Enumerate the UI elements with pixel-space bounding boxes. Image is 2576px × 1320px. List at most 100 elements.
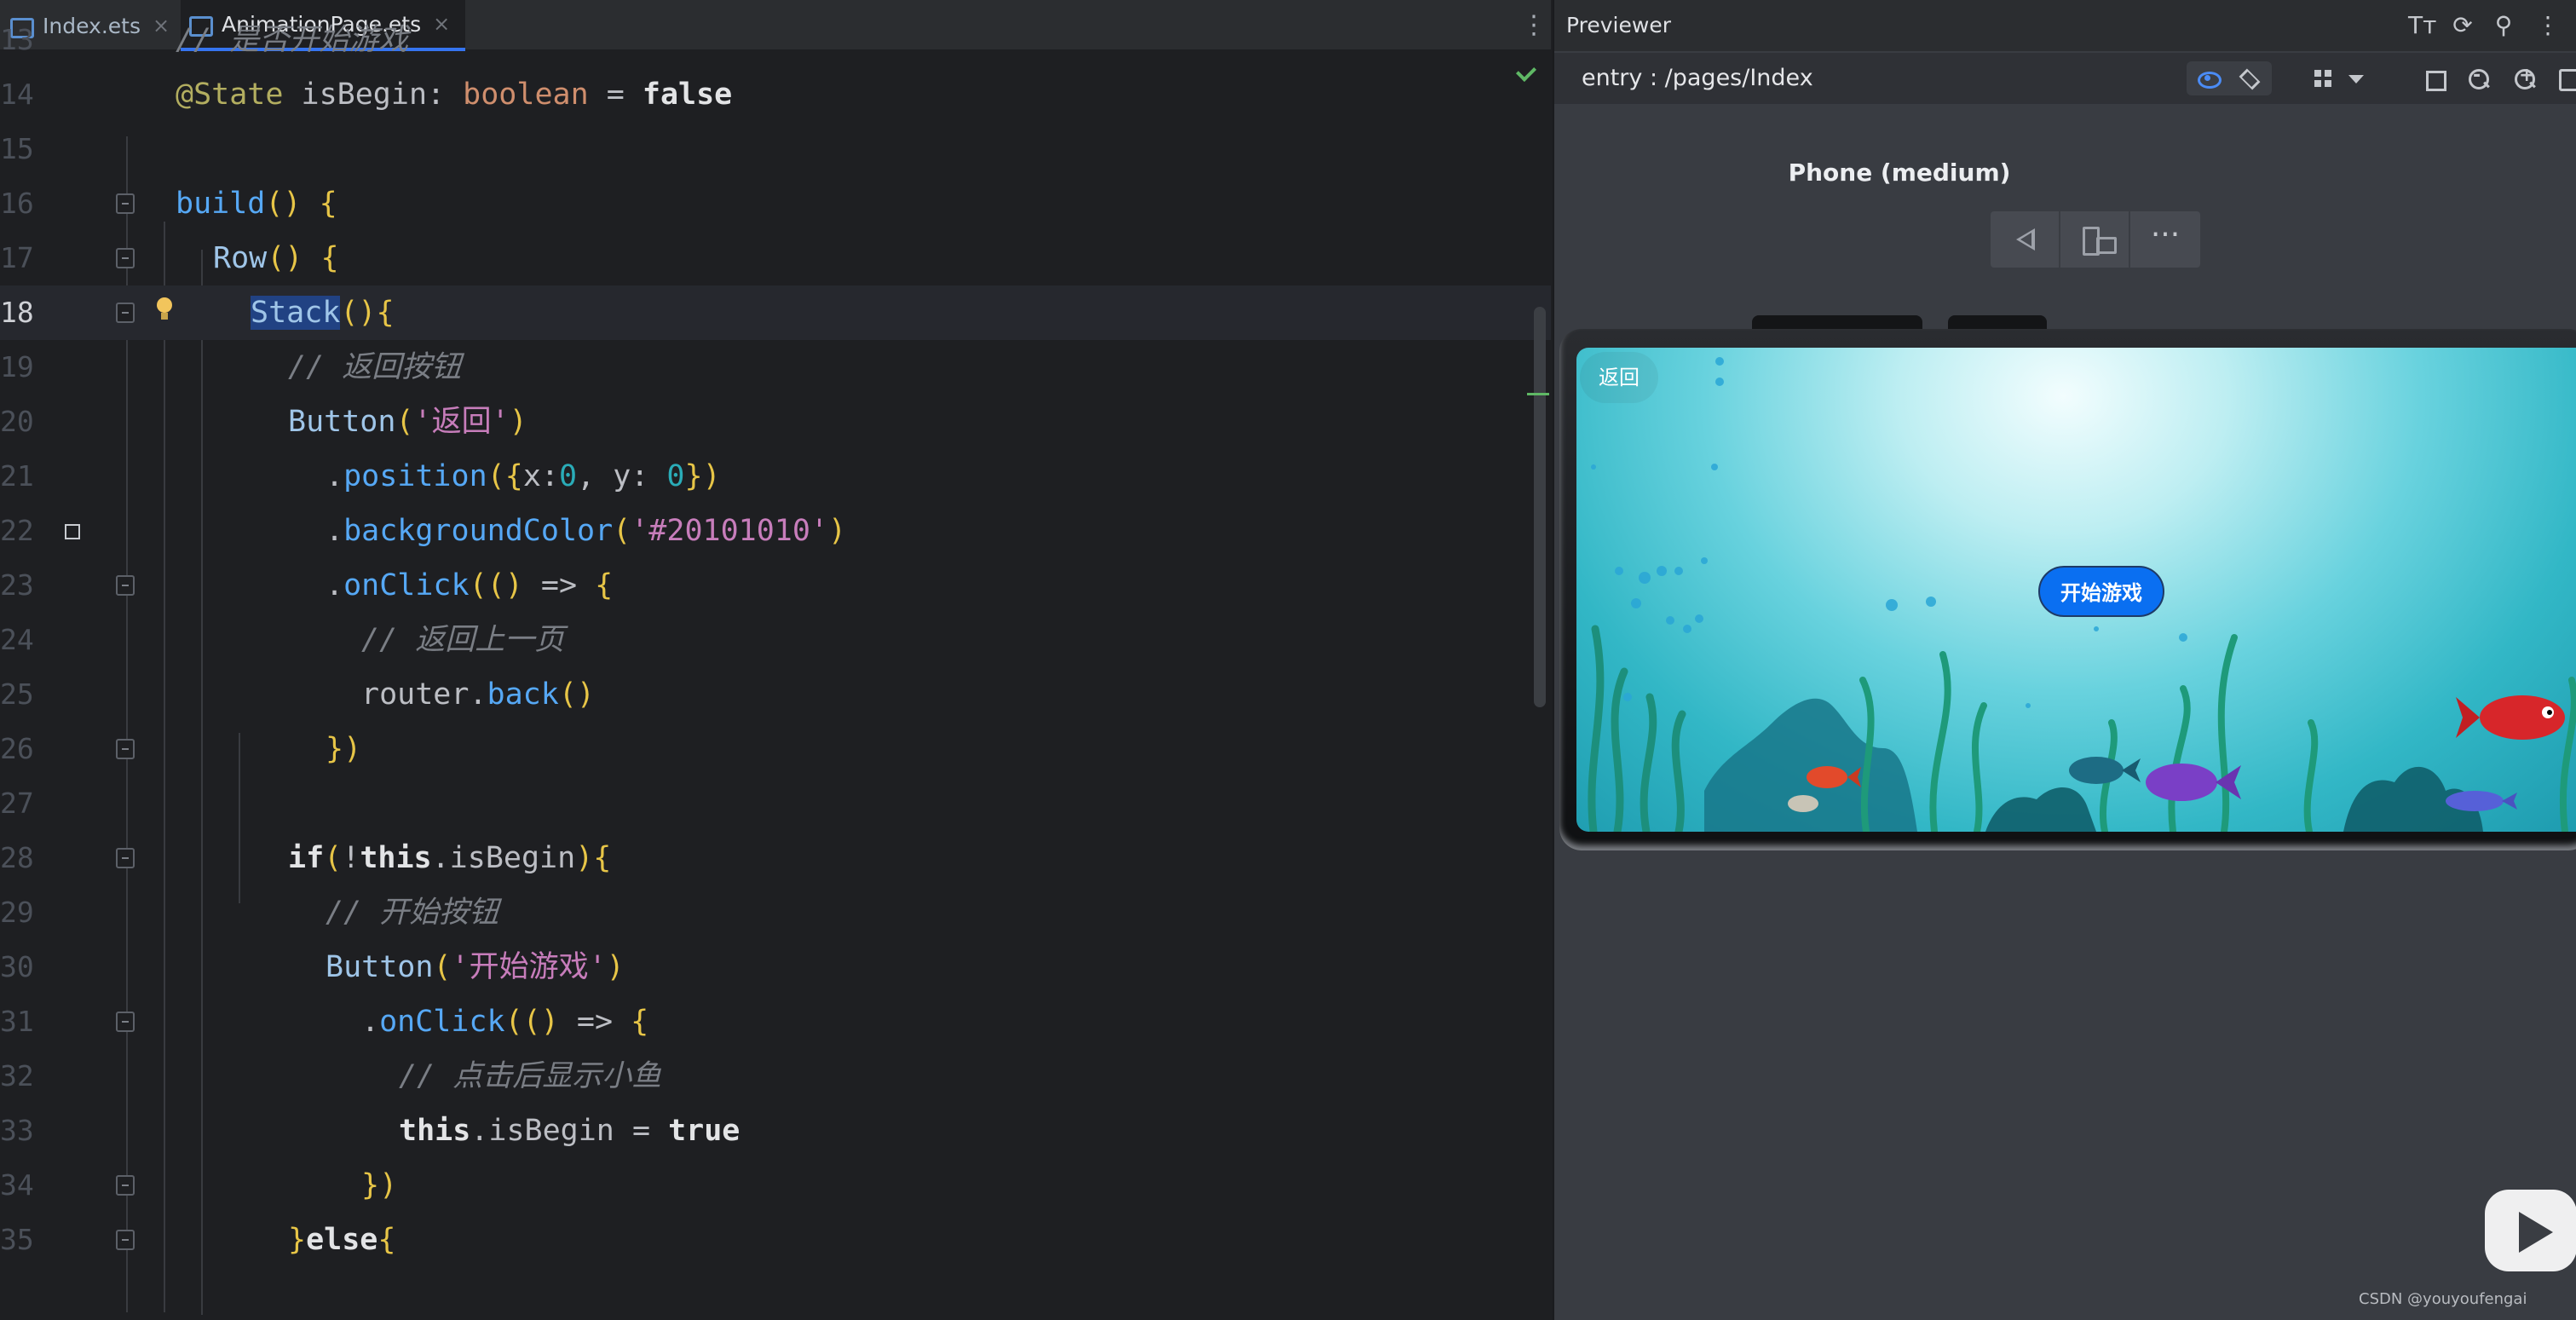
code-line: 34 }) — [0, 1158, 1551, 1213]
fold-icon[interactable] — [116, 848, 135, 868]
code-line: 17 Row() { — [0, 231, 1551, 285]
line-number: 18 — [0, 296, 34, 329]
line-number: 29 — [0, 896, 34, 929]
more-icon[interactable]: ⋮ — [2534, 12, 2562, 39]
code-text: .backgroundColor('#20101010') — [326, 514, 847, 548]
blue-fish — [2446, 791, 2517, 811]
code-line: 27 — [0, 776, 1551, 831]
inspection-ok-icon[interactable] — [1517, 61, 1539, 80]
teal-fish — [2069, 757, 2141, 784]
code-line: 33 this.isBegin = true — [0, 1104, 1551, 1158]
previewer-header: Previewer Tт ⟳ ⚲ ⋮ — [1554, 0, 2576, 51]
code-text: // 是否开始游戏 — [176, 23, 409, 57]
fold-icon[interactable] — [116, 1175, 135, 1196]
line-number: 17 — [0, 241, 34, 274]
line-number: 28 — [0, 841, 34, 874]
code-line: 24 // 返回上一页 — [0, 613, 1551, 667]
line-number: 13 — [0, 23, 34, 56]
code-line: 32 // 点击后显示小鱼 — [0, 1049, 1551, 1104]
code-text: router.back() — [361, 677, 595, 712]
fold-icon[interactable] — [116, 303, 135, 323]
code-line: 14 @State isBegin: boolean = false — [0, 67, 1551, 122]
code-line-current: 18 Stack(){ — [0, 285, 1551, 340]
code-text: }) — [326, 732, 362, 766]
zoom-out-icon[interactable]: - — [2466, 65, 2492, 90]
code-line: 20 Button('返回') — [0, 395, 1551, 449]
play-icon — [2485, 1179, 2576, 1275]
line-number: 22 — [0, 514, 34, 547]
code-text: Row() { — [213, 241, 339, 275]
code-text: Button('返回') — [288, 405, 527, 439]
line-number: 14 — [0, 78, 34, 111]
line-number: 30 — [0, 950, 34, 983]
code-text: .onClick(() => { — [326, 568, 614, 602]
code-text: build() { — [176, 187, 337, 221]
code-area[interactable]: 13 // 是否开始游戏 14 @State isBegin: boolean … — [0, 23, 1551, 1320]
line-number: 24 — [0, 623, 34, 656]
code-text: this.isBegin = true — [399, 1114, 741, 1148]
route-label: entry : /pages/Index — [1582, 65, 1813, 91]
line-number: 23 — [0, 568, 34, 602]
line-number: 32 — [0, 1059, 34, 1092]
code-line: 21 .position({x:0, y: 0}) — [0, 449, 1551, 504]
back-button[interactable]: 返回 — [1580, 352, 1658, 403]
phone-frame: 返回 开始游戏 — [1559, 315, 2576, 850]
more-horizontal-icon[interactable]: ··· — [2130, 211, 2200, 268]
lightbulb-icon[interactable] — [155, 297, 174, 323]
device-name: Phone (medium) — [1788, 159, 2011, 187]
change-marker — [1527, 393, 1549, 395]
code-line: 31 .onClick(() => { — [0, 994, 1551, 1049]
layers-icon[interactable] — [2236, 66, 2262, 90]
previewer-panel: Previewer Tт ⟳ ⚲ ⋮ entry : /pages/Index … — [1553, 0, 2576, 1320]
code-editor[interactable]: Index.ets × AnimationPage.ets × ⋮ 13 // … — [0, 0, 1551, 1320]
refresh-icon[interactable]: ⟳ — [2449, 12, 2476, 39]
editor-scrollbar[interactable] — [1534, 307, 1546, 707]
code-text: Button('开始游戏') — [326, 950, 625, 984]
fold-icon[interactable] — [116, 1230, 135, 1250]
code-line: 30 Button('开始游戏') — [0, 940, 1551, 994]
fold-icon[interactable] — [116, 1012, 135, 1032]
plugin-icon[interactable]: ⚲ — [2490, 12, 2517, 39]
line-number: 35 — [0, 1223, 34, 1256]
code-text: }) — [361, 1168, 398, 1202]
line-number: 33 — [0, 1114, 34, 1147]
code-text: // 返回上一页 — [361, 623, 565, 657]
seaweed-left — [1588, 625, 1686, 832]
code-line: 13 // 是否开始游戏 — [0, 13, 1551, 67]
code-text: @State isBegin: boolean = false — [176, 78, 733, 112]
start-game-button[interactable]: 开始游戏 — [2038, 566, 2164, 617]
code-line: 26 }) — [0, 722, 1551, 776]
device-controls: ··· — [1991, 211, 2200, 268]
code-text: if(!this.isBegin){ — [288, 841, 612, 875]
app-screen[interactable]: 返回 开始游戏 — [1576, 348, 2576, 832]
code-text: }else{ — [288, 1223, 396, 1257]
code-text: // 开始按钮 — [326, 896, 499, 930]
line-number: 27 — [0, 787, 34, 820]
fold-icon[interactable] — [116, 575, 135, 596]
red-fish-large — [2456, 695, 2565, 740]
grid-icon[interactable] — [2311, 66, 2337, 90]
bubbles — [1591, 357, 2187, 708]
frame-icon[interactable] — [2422, 66, 2447, 91]
fit-screen-icon[interactable] — [2556, 66, 2576, 91]
font-size-icon[interactable]: Tт — [2408, 12, 2436, 39]
fold-icon[interactable] — [116, 248, 135, 268]
code-line: 28 if(!this.isBegin){ — [0, 831, 1551, 885]
code-line: 25 router.back() — [0, 667, 1551, 722]
zoom-in-icon[interactable]: + — [2512, 65, 2538, 90]
line-number: 25 — [0, 677, 34, 711]
code-text: // 点击后显示小鱼 — [399, 1059, 662, 1093]
coral-reef — [1704, 698, 1917, 832]
back-icon[interactable] — [1991, 211, 2060, 268]
code-text: .onClick(() => { — [361, 1005, 649, 1039]
watermark: CSDN @youyoufengai — [2359, 1290, 2527, 1308]
chevron-down-icon[interactable] — [2343, 66, 2369, 90]
fold-icon[interactable] — [116, 193, 135, 214]
previewer-title: Previewer — [1566, 13, 1671, 37]
line-number: 20 — [0, 405, 34, 438]
fold-icon[interactable] — [116, 739, 135, 759]
line-number: 34 — [0, 1168, 34, 1202]
color-swatch-icon[interactable] — [65, 524, 80, 539]
rotate-icon[interactable] — [2060, 211, 2130, 268]
eye-icon[interactable] — [2195, 66, 2222, 90]
